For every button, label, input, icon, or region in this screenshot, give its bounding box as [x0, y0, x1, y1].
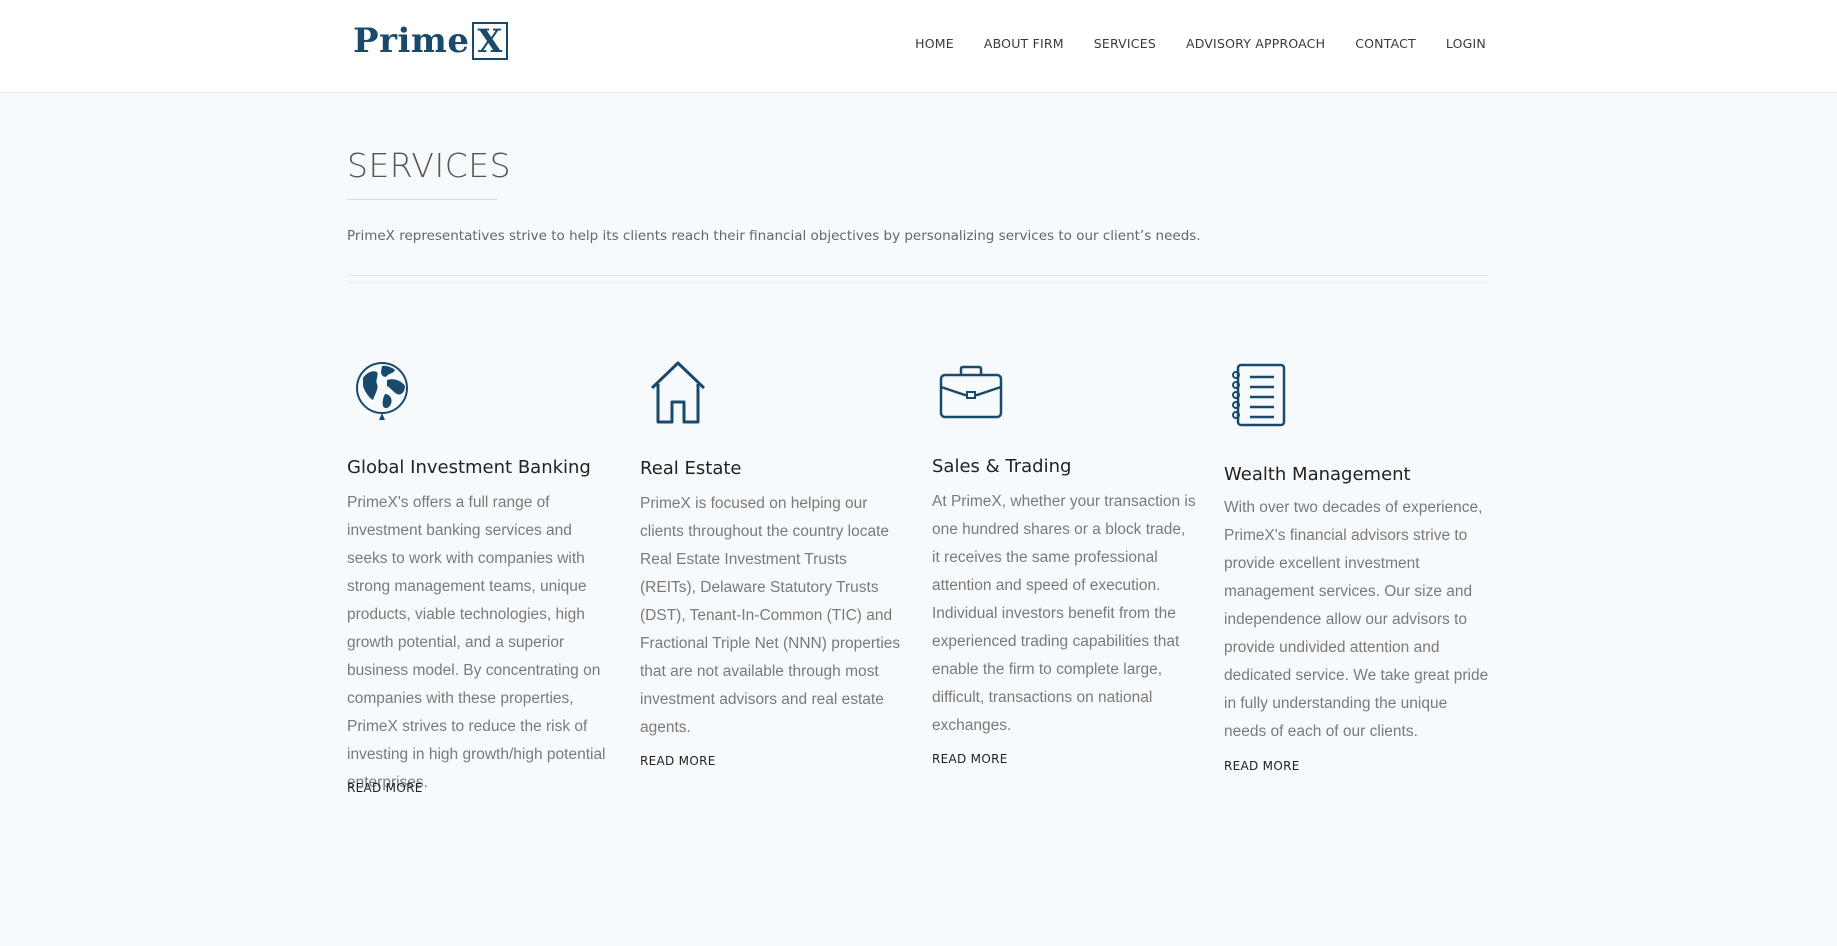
notebook-icon: [1232, 363, 1288, 432]
nav-login[interactable]: LOGIN: [1446, 36, 1486, 51]
read-more-link[interactable]: READ MORE: [347, 781, 423, 795]
brand-logo[interactable]: Prime X: [353, 20, 509, 62]
service-description: PrimeX's offers a full range of investme…: [347, 494, 606, 791]
read-more-link[interactable]: READ MORE: [932, 752, 1008, 766]
service-description: PrimeX is focused on helping our clients…: [640, 495, 901, 736]
divider: [347, 275, 1488, 276]
divider: [347, 282, 1488, 283]
site-header: Prime X HOME ABOUT FIRM SERVICES ADVISOR…: [0, 0, 1837, 93]
page-title: SERVICES: [347, 146, 512, 185]
nav-about-firm[interactable]: ABOUT FIRM: [984, 36, 1064, 51]
service-title: Wealth Management: [1224, 464, 1411, 485]
house-icon: [648, 360, 708, 429]
service-description: With over two decades of experience, Pri…: [1224, 499, 1489, 740]
nav-advisory-approach[interactable]: ADVISORY APPROACH: [1186, 36, 1325, 51]
nav-services[interactable]: SERVICES: [1094, 36, 1156, 51]
brand-mark: X: [471, 22, 509, 60]
service-title: Global Investment Banking: [347, 457, 591, 478]
title-underline: [347, 199, 497, 200]
nav-contact[interactable]: CONTACT: [1355, 36, 1416, 51]
briefcase-icon: [939, 365, 1003, 424]
main-nav: HOME ABOUT FIRM SERVICES ADVISORY APPROA…: [915, 36, 1486, 51]
service-title: Sales & Trading: [932, 456, 1072, 477]
intro-text: PrimeX representatives strive to help it…: [347, 228, 1201, 244]
service-title: Real Estate: [640, 458, 742, 479]
service-description: At PrimeX, whether your transaction is o…: [932, 493, 1196, 734]
read-more-link[interactable]: READ MORE: [1224, 759, 1300, 773]
read-more-link[interactable]: READ MORE: [640, 754, 716, 768]
brand-name: Prime: [353, 21, 470, 61]
globe-icon: [355, 360, 411, 429]
nav-home[interactable]: HOME: [915, 36, 954, 51]
